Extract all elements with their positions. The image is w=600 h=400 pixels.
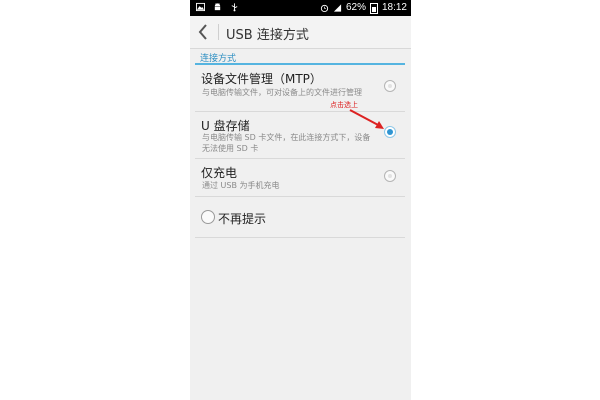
option-title: 设备文件管理（MTP） [201, 72, 322, 86]
option-radio[interactable] [384, 170, 396, 182]
option-title: 仅充电 [201, 166, 238, 180]
status-bar-left [196, 2, 239, 12]
option-separator [195, 196, 405, 197]
usb-icon [231, 3, 238, 12]
status-bar: 62% 18:12 [190, 0, 411, 16]
phone-screen: 62% 18:12 USB 连接方式 连接方式 设备文件管理（MTP） 与电脑传… [190, 0, 411, 400]
dont-show-label: 不再提示 [218, 212, 267, 226]
back-button[interactable] [190, 16, 218, 48]
dont-show-checkbox[interactable] [201, 210, 215, 224]
alarm-icon [320, 4, 329, 13]
option-subtitle: 通过 USB 为手机充电 [202, 181, 280, 190]
chevron-left-icon [198, 24, 207, 40]
annotation-arrow-icon [349, 109, 384, 129]
battery-icon [369, 2, 378, 14]
app-bar-divider [218, 24, 219, 40]
app-bar: USB 连接方式 [190, 16, 411, 49]
status-bar-right: 62% 18:12 [320, 2, 407, 14]
dont-show-separator [195, 237, 405, 238]
option-radio[interactable] [384, 80, 396, 92]
signal-icon [333, 4, 342, 12]
image-icon [196, 2, 205, 12]
battery-percent: 62% [345, 2, 366, 13]
option-charge-only[interactable]: 仅充电 通过 USB 为手机充电 [195, 159, 405, 197]
option-subtitle: 与电脑传输 SD 卡文件，在此连接方式下，设备无法使用 SD 卡 [202, 133, 371, 153]
section-divider [195, 63, 405, 65]
option-subtitle: 与电脑传输文件，可对设备上的文件进行管理 [202, 88, 362, 97]
android-debug-icon [214, 3, 221, 11]
option-mtp[interactable]: 设备文件管理（MTP） 与电脑传输文件，可对设备上的文件进行管理 [195, 66, 405, 112]
status-time: 18:12 [381, 2, 407, 13]
page-title: USB 连接方式 [226, 28, 309, 43]
